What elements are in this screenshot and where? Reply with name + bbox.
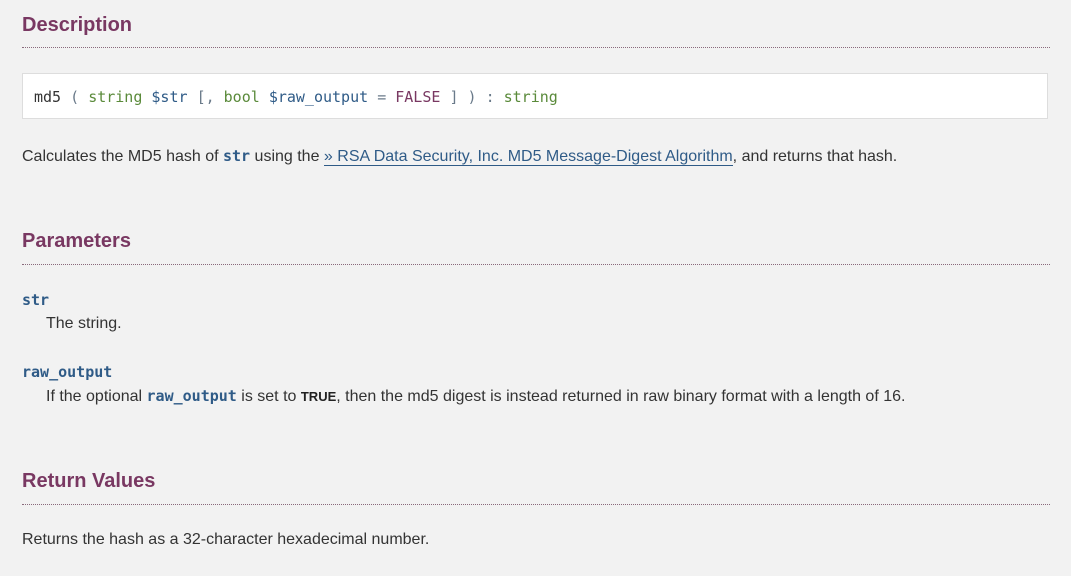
raw-output-desc-code: raw_output bbox=[146, 387, 237, 405]
parameters-divider bbox=[22, 264, 1050, 265]
description-text-middle: using the bbox=[250, 148, 324, 165]
signature-type-bool: bool bbox=[223, 88, 260, 106]
raw-output-desc-after: , then the md5 digest is instead returne… bbox=[336, 388, 906, 405]
description-text-before: Calculates the MD5 hash of bbox=[22, 148, 223, 165]
method-signature: md5 ( string $str [, bool $raw_output = … bbox=[22, 73, 1048, 119]
return-values-heading: Return Values bbox=[22, 470, 156, 492]
doc-page: Description md5 ( string $str [, bool $r… bbox=[0, 0, 1071, 576]
signature-type-string: string bbox=[88, 88, 143, 106]
signature-colon: : bbox=[485, 88, 495, 106]
signature-open-paren: ( bbox=[70, 88, 80, 106]
signature-return-type: string bbox=[503, 88, 558, 106]
signature-optional-open: [, bbox=[196, 88, 215, 106]
rsa-md5-link[interactable]: » RSA Data Security, Inc. MD5 Message-Di… bbox=[323, 148, 733, 166]
signature-optional-close: ] bbox=[449, 88, 459, 106]
parameters-heading: Parameters bbox=[22, 230, 131, 252]
description-str-code: str bbox=[223, 147, 251, 165]
param-str-name: str bbox=[22, 291, 50, 309]
signature-function-name: md5 bbox=[34, 88, 62, 106]
signature-close-paren: ) bbox=[467, 88, 477, 106]
raw-output-desc-true-const: TRUE bbox=[300, 389, 337, 404]
description-heading: Description bbox=[22, 14, 133, 36]
return-values-divider bbox=[22, 504, 1050, 505]
description-text: Calculates the MD5 hash of str using the… bbox=[22, 146, 897, 167]
signature-default-false: FALSE bbox=[395, 88, 441, 106]
signature-equals: = bbox=[377, 88, 387, 106]
signature-param-str: $str bbox=[151, 88, 188, 106]
description-divider bbox=[22, 47, 1050, 48]
return-values-text: Returns the hash as a 32-character hexad… bbox=[22, 531, 430, 548]
raw-output-desc-before: If the optional bbox=[46, 388, 147, 405]
param-raw-output-description: If the optional raw_output is set to TRU… bbox=[46, 386, 905, 407]
description-text-after: , and returns that hash. bbox=[732, 148, 898, 165]
raw-output-desc-middle: is set to bbox=[236, 388, 301, 405]
param-raw-output-name: raw_output bbox=[22, 363, 113, 381]
param-str-description: The string. bbox=[46, 315, 122, 332]
signature-param-raw-output: $raw_output bbox=[268, 88, 369, 106]
